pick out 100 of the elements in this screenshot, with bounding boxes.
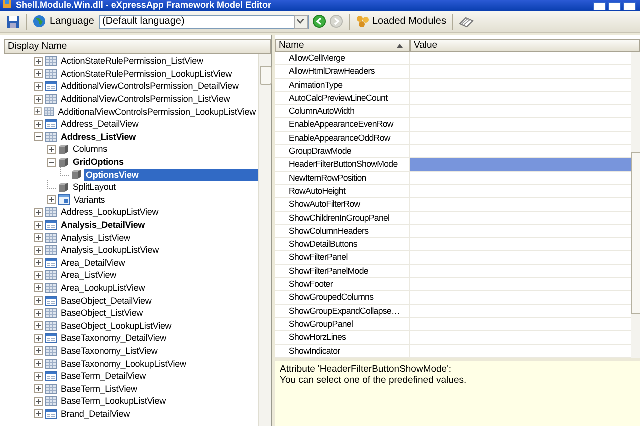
property-name[interactable]: ShowAutoFilterRow <box>287 198 410 211</box>
tree-item[interactable]: BaseObject_DetailView <box>59 294 154 307</box>
collapse-icon[interactable] <box>47 158 56 167</box>
expand-icon[interactable] <box>34 396 43 406</box>
tree-item[interactable]: Address_LookupListView <box>59 206 161 218</box>
expand-icon[interactable] <box>34 82 43 91</box>
column-header[interactable]: Display Name <box>4 39 271 54</box>
property-name[interactable]: ShowFilterPanelMode <box>287 264 410 278</box>
cube-icon <box>58 182 69 193</box>
tree-item[interactable]: BaseTerm_LookupListView <box>59 395 168 408</box>
expand-icon[interactable] <box>34 409 43 418</box>
tree-item[interactable]: Area_LookupListView <box>59 282 148 294</box>
tree-item[interactable]: AdditionalViewControlsPermission_DetailView <box>59 80 241 92</box>
tree-item[interactable]: ActionStateRulePermission_ListView <box>59 55 206 68</box>
tree-item[interactable]: Variants <box>72 194 108 206</box>
expand-icon[interactable] <box>34 56 43 66</box>
property-name[interactable]: GroupDrawMode <box>287 145 410 158</box>
expand-icon[interactable] <box>34 308 43 318</box>
globe-icon <box>33 15 46 28</box>
expand-icon[interactable] <box>34 346 43 356</box>
tree-item[interactable]: Analysis_DetailView <box>59 219 148 232</box>
cube-icon <box>58 156 69 168</box>
column-header[interactable]: Value <box>410 39 640 52</box>
tree-item[interactable]: BaseTerm_DetailView <box>59 370 148 382</box>
tree-item[interactable]: SplitLayout <box>71 181 118 194</box>
eraser-icon[interactable] <box>459 16 474 28</box>
detail-view-icon <box>45 119 57 130</box>
tree-item[interactable]: OptionsView <box>84 168 258 181</box>
expand-icon[interactable] <box>34 208 43 217</box>
back-button[interactable] <box>312 15 326 28</box>
tree-item[interactable]: Area_DetailView <box>59 256 128 269</box>
expand-icon[interactable] <box>34 372 43 381</box>
expand-icon[interactable] <box>34 321 43 330</box>
tree-item[interactable]: BaseTaxonomy_DetailView <box>59 332 168 344</box>
expand-icon[interactable] <box>34 296 43 306</box>
list-view-icon <box>45 282 57 293</box>
tree-item[interactable]: Columns <box>71 143 110 156</box>
tree-item[interactable]: ActionStateRulePermission_LookupListView <box>59 68 234 80</box>
maximize-button[interactable] <box>608 2 621 10</box>
expand-icon[interactable] <box>34 334 43 343</box>
property-name[interactable]: ShowFooter <box>287 278 410 290</box>
expand-icon[interactable] <box>34 359 43 368</box>
expand-icon[interactable] <box>34 220 43 230</box>
list-view-icon <box>45 207 57 218</box>
tree-item[interactable]: Analysis_ListView <box>59 232 132 244</box>
tree-item[interactable]: GridOptions <box>71 156 126 168</box>
tree-item[interactable]: AdditionalViewControlsPermission_LookupListView <box>56 106 258 118</box>
property-name[interactable]: AllowHtmlDrawHeaders <box>287 65 410 78</box>
property-name[interactable]: EnableAppearanceOddRow <box>287 132 410 144</box>
column-header[interactable]: Name <box>275 39 410 52</box>
property-name[interactable]: ShowIndicator <box>287 344 410 357</box>
property-name[interactable]: ShowChildrenInGroupPanel <box>287 212 410 224</box>
tree-item[interactable]: BaseTerm_ListView <box>59 382 140 395</box>
minimize-button[interactable] <box>593 2 606 10</box>
tree-item[interactable]: AdditionalViewControlsPermission_ListView <box>59 93 232 106</box>
property-name[interactable]: ShowFilterPanel <box>287 251 410 264</box>
detail-view-icon <box>45 220 57 230</box>
expand-icon[interactable] <box>34 270 43 280</box>
property-name[interactable]: NewItemRowPosition <box>287 172 410 184</box>
detail-view-icon <box>45 408 57 419</box>
property-name[interactable]: ShowColumnHeaders <box>287 224 410 238</box>
expand-icon[interactable] <box>34 94 43 104</box>
expand-icon[interactable] <box>47 195 56 204</box>
property-name[interactable]: ShowDetailButtons <box>287 238 410 250</box>
expand-icon[interactable] <box>34 384 43 394</box>
expand-icon[interactable] <box>34 258 43 268</box>
expand-icon[interactable] <box>47 144 56 154</box>
detail-view-icon <box>45 258 57 268</box>
tree-item[interactable]: Address_DetailView <box>59 118 141 130</box>
property-name[interactable]: AutoCalcPreviewLineCount <box>287 92 410 104</box>
expand-icon[interactable] <box>34 120 43 129</box>
expand-icon[interactable] <box>34 246 43 255</box>
property-name[interactable]: ShowGroupedColumns <box>287 291 410 304</box>
property-name[interactable]: EnableAppearanceEvenRow <box>287 118 410 131</box>
save-icon[interactable] <box>6 14 20 28</box>
property-name[interactable]: AnimationType <box>287 78 410 91</box>
expand-icon[interactable] <box>34 233 43 242</box>
property-name[interactable]: ShowHorzLines <box>287 331 410 344</box>
property-name[interactable]: ShowGroupPanel <box>287 318 410 330</box>
collapse-icon[interactable] <box>34 132 43 142</box>
property-name[interactable]: RowAutoHeight <box>287 184 410 198</box>
tree-item[interactable]: Analysis_LookupListView <box>59 244 161 256</box>
language-dropdown[interactable]: (Default language) <box>98 14 308 28</box>
loaded-modules-button[interactable]: Loaded Modules <box>356 15 446 28</box>
close-button[interactable] <box>623 2 636 10</box>
list-view-icon <box>45 232 57 243</box>
expand-icon[interactable] <box>34 107 42 116</box>
tree-item[interactable]: Area_ListView <box>59 269 118 282</box>
tree-item[interactable]: BaseTaxonomy_LookupListView <box>59 358 188 370</box>
property-name[interactable]: AllowCellMerge <box>287 52 410 64</box>
tree-item[interactable]: Address_ListView <box>59 130 138 143</box>
property-name[interactable]: ShowGroupExpandCollapse… <box>287 304 410 317</box>
tree-item[interactable]: Brand_DetailView <box>59 408 132 420</box>
selected-value-cell[interactable] <box>410 158 631 171</box>
expand-icon[interactable] <box>34 283 43 292</box>
expand-icon[interactable] <box>34 69 43 78</box>
property-name[interactable]: ColumnAutoWidth <box>287 105 410 118</box>
tree-item[interactable]: BaseObject_ListView <box>59 307 146 320</box>
tree-item[interactable]: BaseObject_LookupListView <box>59 320 174 332</box>
tree-item[interactable]: BaseTaxonomy_ListView <box>59 344 160 357</box>
